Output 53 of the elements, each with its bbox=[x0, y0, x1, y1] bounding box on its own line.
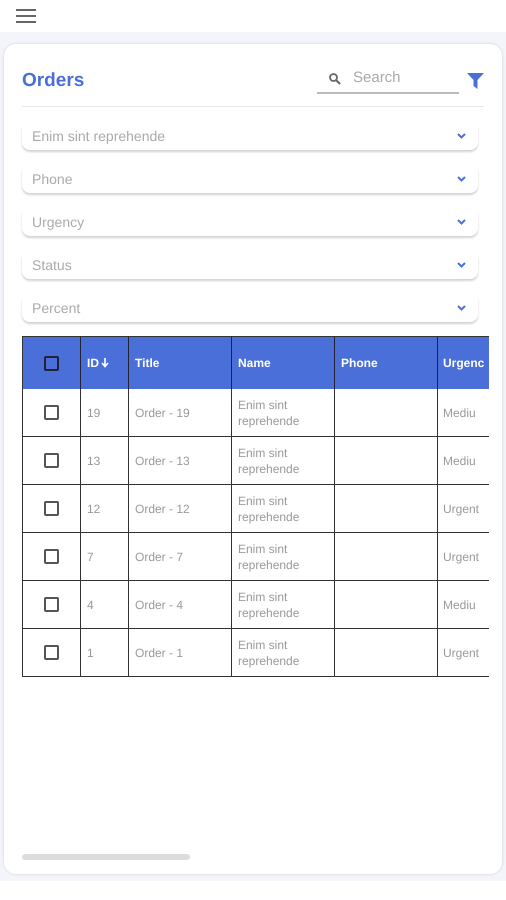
search-field[interactable]: Search bbox=[317, 68, 459, 94]
table-cell: Urgent bbox=[438, 629, 489, 677]
checkbox[interactable] bbox=[44, 549, 59, 564]
table-cell: Enim sint reprehende bbox=[232, 629, 335, 677]
filter-dropdown[interactable]: Phone bbox=[22, 164, 478, 193]
scrollbar[interactable] bbox=[22, 854, 190, 860]
table-cell: Enim sint reprehende bbox=[232, 533, 335, 581]
table-cell: 19 bbox=[81, 389, 129, 437]
checkbox[interactable] bbox=[44, 453, 59, 468]
filter-icon[interactable] bbox=[467, 73, 484, 89]
chevron-down-icon bbox=[457, 176, 466, 182]
table-cell: 13 bbox=[81, 437, 129, 485]
table-cell: Enim sint reprehende bbox=[232, 485, 335, 533]
table-cell: Urgent bbox=[438, 533, 489, 581]
filter-dropdown[interactable]: Enim sint reprehende bbox=[22, 121, 478, 150]
filter-dropdown[interactable]: Urgency bbox=[22, 207, 478, 236]
table-cell: Order - 7 bbox=[129, 533, 232, 581]
column-header[interactable]: Urgenc bbox=[438, 337, 489, 389]
table-cell: Order - 4 bbox=[129, 581, 232, 629]
checkbox[interactable] bbox=[44, 645, 59, 660]
table-cell: Mediu bbox=[438, 581, 489, 629]
chevron-down-icon bbox=[457, 132, 466, 138]
column-header[interactable]: Title bbox=[129, 337, 232, 389]
table-cell: 12 bbox=[81, 485, 129, 533]
table-cell: 4 bbox=[81, 581, 129, 629]
table-cell: Order - 12 bbox=[129, 485, 232, 533]
filter-dropdown[interactable]: Percent bbox=[22, 293, 478, 322]
table-cell: Order - 19 bbox=[129, 389, 232, 437]
chevron-down-icon bbox=[457, 304, 466, 310]
table-cell: Enim sint reprehende bbox=[232, 437, 335, 485]
filter-dropdown[interactable]: Status bbox=[22, 250, 478, 279]
column-header[interactable]: Name bbox=[232, 337, 335, 389]
menu-icon[interactable] bbox=[16, 9, 36, 23]
table-cell: Urgent bbox=[438, 485, 489, 533]
page-title: Orders bbox=[22, 70, 86, 92]
search-icon bbox=[329, 72, 341, 84]
column-header[interactable]: Phone bbox=[335, 337, 438, 389]
chevron-down-icon bbox=[457, 262, 466, 268]
table-cell: Enim sint reprehende bbox=[232, 581, 335, 629]
table-cell: 1 bbox=[81, 629, 129, 677]
table-cell: Mediu bbox=[438, 437, 489, 485]
table-cell: Order - 13 bbox=[129, 437, 232, 485]
sort-arrow-icon bbox=[101, 358, 109, 368]
checkbox[interactable] bbox=[44, 356, 59, 370]
checkbox[interactable] bbox=[44, 501, 59, 516]
table-cell: Mediu bbox=[438, 389, 489, 437]
column-header[interactable]: ID bbox=[81, 337, 129, 389]
table-cell: Enim sint reprehende bbox=[232, 389, 335, 437]
table-cell: 7 bbox=[81, 533, 129, 581]
checkbox[interactable] bbox=[44, 597, 59, 612]
chevron-down-icon bbox=[457, 218, 466, 224]
table-cell: Order - 1 bbox=[129, 629, 232, 677]
checkbox[interactable] bbox=[44, 405, 59, 420]
